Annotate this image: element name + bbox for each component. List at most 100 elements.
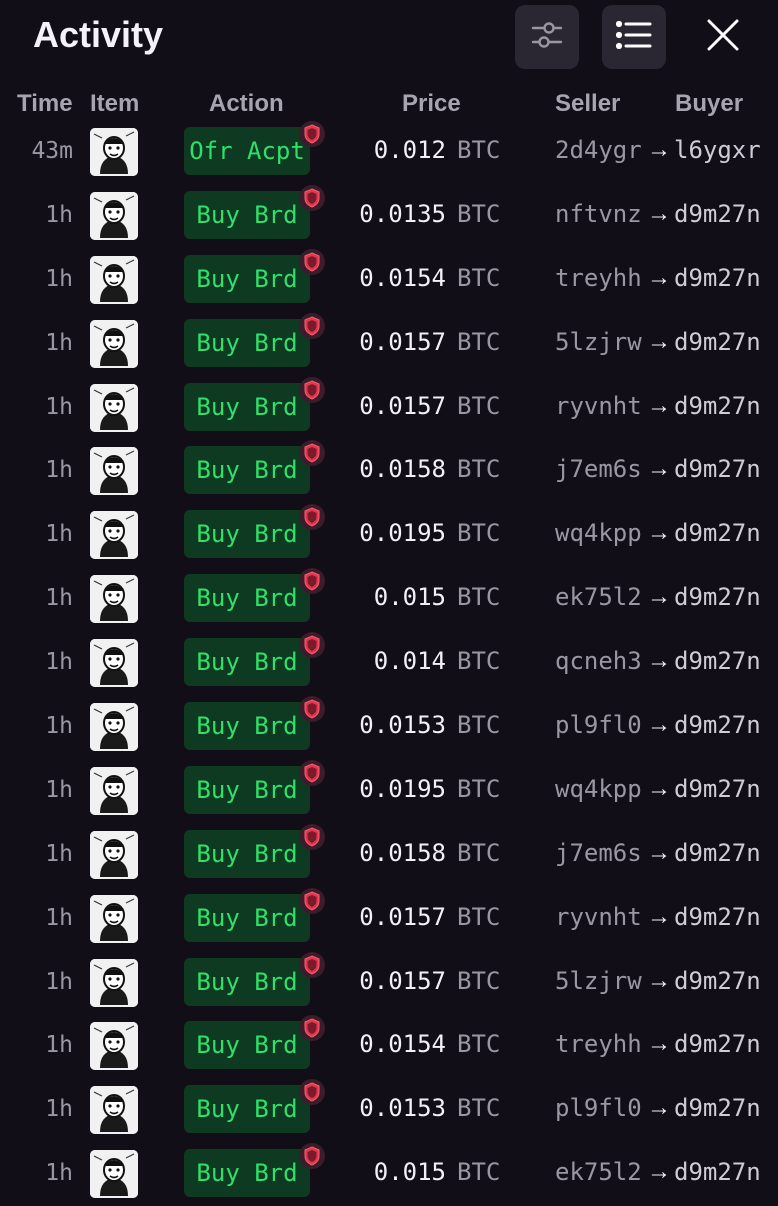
- item-thumbnail[interactable]: [90, 894, 138, 943]
- activity-row[interactable]: 1h Buy Brd 0.0157 BTC ryvnht → d9m27n: [0, 887, 778, 951]
- filter-button[interactable]: [515, 5, 579, 69]
- activity-row[interactable]: 1h Buy Brd 0.0195 BTC wq4kpp → d9m27n: [0, 759, 778, 823]
- action-badge[interactable]: Buy Brd: [184, 190, 310, 239]
- item-thumbnail[interactable]: [90, 766, 138, 815]
- seller-link[interactable]: pl9fl0: [555, 1094, 642, 1122]
- action-badge[interactable]: Buy Brd: [184, 446, 310, 495]
- action-badge[interactable]: Ofr Acpt: [184, 127, 310, 175]
- buyer-link[interactable]: l6ygxr: [674, 136, 761, 164]
- action-badge[interactable]: Buy Brd: [184, 254, 310, 303]
- activity-row[interactable]: 1h Buy Brd 0.0135 BTC nftvnz → d9m27n: [0, 184, 778, 248]
- seller-link[interactable]: 2d4ygr: [555, 136, 642, 164]
- item-thumbnail[interactable]: [90, 191, 138, 240]
- column-price[interactable]: Price: [402, 90, 461, 118]
- item-thumbnail[interactable]: [90, 383, 138, 432]
- activity-row[interactable]: 1h Buy Brd 0.0158 BTC j7em6s → d9m27n: [0, 439, 778, 503]
- action-badge[interactable]: Buy Brd: [184, 1149, 310, 1198]
- buyer-link[interactable]: d9m27n: [674, 967, 761, 995]
- activity-row[interactable]: 1h Buy Brd 0.0157 BTC ryvnht → d9m27n: [0, 376, 778, 440]
- seller-link[interactable]: wq4kpp: [555, 519, 642, 547]
- buyer-link[interactable]: d9m27n: [674, 1030, 761, 1058]
- action-badge[interactable]: Buy Brd: [184, 957, 310, 1006]
- buyer-link[interactable]: d9m27n: [674, 775, 761, 803]
- activity-row[interactable]: 1h Buy Brd 0.015 BTC ek75l2 → d9m27n: [0, 567, 778, 631]
- seller-link[interactable]: treyhh: [555, 1030, 642, 1058]
- action-badge[interactable]: Buy Brd: [184, 574, 310, 623]
- activity-row[interactable]: 1h Buy Brd 0.015 BTC ek75l2 → d9m27n: [0, 1142, 778, 1206]
- activity-row[interactable]: 1h Buy Brd 0.0154 BTC treyhh → d9m27n: [0, 248, 778, 312]
- buyer-link[interactable]: d9m27n: [674, 903, 761, 931]
- action-badge[interactable]: Buy Brd: [184, 318, 310, 367]
- buyer-link[interactable]: d9m27n: [674, 647, 761, 675]
- buyer-link[interactable]: d9m27n: [674, 711, 761, 739]
- item-thumbnail[interactable]: [90, 319, 138, 368]
- action-badge[interactable]: Buy Brd: [184, 638, 310, 687]
- seller-link[interactable]: 5lzjrw: [555, 967, 642, 995]
- seller-link[interactable]: ryvnht: [555, 392, 642, 420]
- buyer-link[interactable]: d9m27n: [674, 328, 761, 356]
- activity-row[interactable]: 1h Buy Brd 0.0157 BTC 5lzjrw → d9m27n: [0, 951, 778, 1015]
- seller-link[interactable]: ek75l2: [555, 583, 642, 611]
- price-unit: BTC: [457, 1158, 501, 1187]
- item-thumbnail[interactable]: [90, 639, 138, 688]
- buyer-link[interactable]: d9m27n: [674, 264, 761, 292]
- seller-link[interactable]: nftvnz: [555, 200, 642, 228]
- activity-row[interactable]: 1h Buy Brd 0.0195 BTC wq4kpp → d9m27n: [0, 503, 778, 567]
- activity-row[interactable]: 1h Buy Brd 0.0153 BTC pl9fl0 → d9m27n: [0, 1078, 778, 1142]
- action-badge[interactable]: Buy Brd: [184, 893, 310, 942]
- seller-link[interactable]: j7em6s: [555, 839, 642, 867]
- seller-link[interactable]: 5lzjrw: [555, 328, 642, 356]
- item-thumbnail[interactable]: [90, 830, 138, 879]
- action-badge[interactable]: Buy Brd: [184, 1085, 310, 1134]
- seller-link[interactable]: j7em6s: [555, 455, 642, 483]
- action-badge[interactable]: Buy Brd: [184, 510, 310, 559]
- item-thumbnail[interactable]: [90, 447, 138, 496]
- item-thumbnail[interactable]: [90, 511, 138, 560]
- item-thumbnail[interactable]: [90, 1150, 138, 1199]
- activity-row[interactable]: 1h Buy Brd 0.0153 BTC pl9fl0 → d9m27n: [0, 695, 778, 759]
- shield-icon: [299, 184, 325, 211]
- item-thumbnail[interactable]: [90, 128, 138, 176]
- activity-row[interactable]: 1h Buy Brd 0.0158 BTC j7em6s → d9m27n: [0, 823, 778, 887]
- item-thumbnail[interactable]: [90, 575, 138, 624]
- seller-link[interactable]: wq4kpp: [555, 775, 642, 803]
- seller-link[interactable]: ek75l2: [555, 1158, 642, 1186]
- action-badge[interactable]: Buy Brd: [184, 702, 310, 751]
- column-seller[interactable]: Seller: [555, 90, 620, 118]
- list-view-button[interactable]: [602, 5, 666, 69]
- action-badge[interactable]: Buy Brd: [184, 765, 310, 814]
- column-action[interactable]: Action: [209, 90, 284, 118]
- row-time: 1h: [45, 201, 73, 228]
- buyer-link[interactable]: d9m27n: [674, 519, 761, 547]
- action-badge[interactable]: Buy Brd: [184, 382, 310, 431]
- item-thumbnail[interactable]: [90, 1086, 138, 1135]
- buyer-link[interactable]: d9m27n: [674, 1158, 761, 1186]
- action-badge[interactable]: Buy Brd: [184, 1021, 310, 1070]
- column-buyer[interactable]: Buyer: [675, 90, 743, 118]
- buyer-link[interactable]: d9m27n: [674, 839, 761, 867]
- seller-link[interactable]: treyhh: [555, 264, 642, 292]
- close-button[interactable]: [698, 12, 748, 62]
- price-value: 0.0158: [359, 838, 446, 867]
- item-thumbnail[interactable]: [90, 255, 138, 304]
- buyer-link[interactable]: d9m27n: [674, 392, 761, 420]
- item-thumbnail[interactable]: [90, 958, 138, 1007]
- seller-link[interactable]: ryvnht: [555, 903, 642, 931]
- price-unit: BTC: [457, 1094, 501, 1123]
- buyer-link[interactable]: d9m27n: [674, 455, 761, 483]
- buyer-link[interactable]: d9m27n: [674, 1094, 761, 1122]
- activity-row[interactable]: 1h Buy Brd 0.0154 BTC treyhh → d9m27n: [0, 1014, 778, 1078]
- activity-row[interactable]: 43m Ofr Acpt 0.012 BTC 2d4ygr → l6ygxr: [0, 120, 778, 184]
- activity-row[interactable]: 1h Buy Brd 0.0157 BTC 5lzjrw → d9m27n: [0, 312, 778, 376]
- item-thumbnail[interactable]: [90, 703, 138, 752]
- buyer-link[interactable]: d9m27n: [674, 200, 761, 228]
- seller-link[interactable]: pl9fl0: [555, 711, 642, 739]
- column-time[interactable]: Time: [17, 90, 73, 118]
- price-value: 0.0157: [359, 902, 446, 931]
- activity-row[interactable]: 1h Buy Brd 0.014 BTC qcneh3 → d9m27n: [0, 631, 778, 695]
- column-item[interactable]: Item: [90, 90, 139, 118]
- buyer-link[interactable]: d9m27n: [674, 583, 761, 611]
- item-thumbnail[interactable]: [90, 1022, 138, 1071]
- seller-link[interactable]: qcneh3: [555, 647, 642, 675]
- action-badge[interactable]: Buy Brd: [184, 829, 310, 878]
